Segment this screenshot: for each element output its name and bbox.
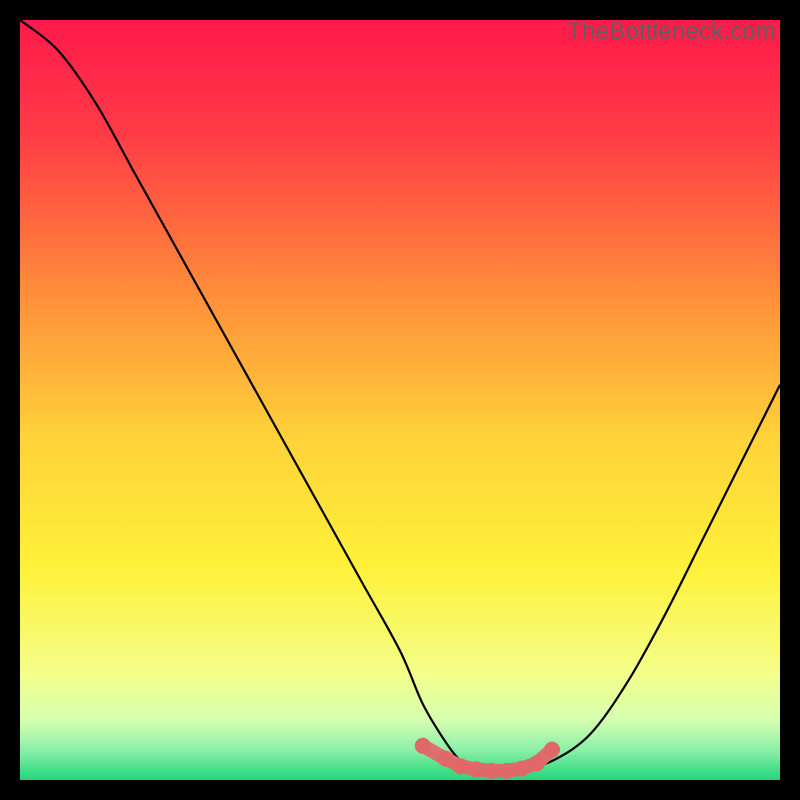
marker-dot (483, 763, 499, 779)
chart-frame: TheBottleneck.com (20, 20, 780, 780)
gradient-background (20, 20, 780, 780)
marker-dot (529, 755, 545, 771)
chart-svg (20, 20, 780, 780)
marker-dot (438, 751, 454, 767)
marker-dot (544, 742, 560, 758)
marker-dot (468, 761, 484, 777)
plot-area (20, 20, 780, 780)
marker-dot (415, 738, 431, 754)
marker-dot (514, 761, 530, 777)
watermark-text: TheBottleneck.com (567, 18, 776, 46)
marker-dot (498, 763, 514, 779)
marker-dot (453, 758, 469, 774)
